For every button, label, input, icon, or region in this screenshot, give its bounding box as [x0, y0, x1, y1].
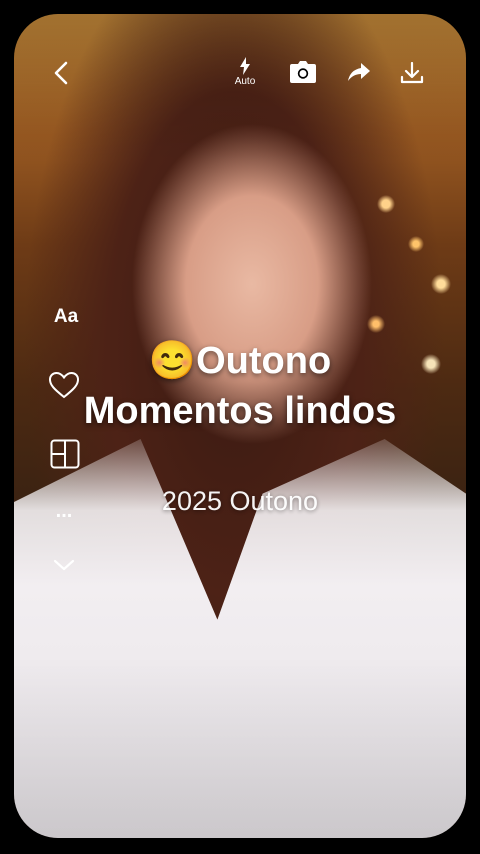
- overlay-title[interactable]: 😊Outono Momentos lindos: [30, 336, 450, 436]
- flash-button[interactable]: Auto: [226, 56, 264, 92]
- overlay-title-line2: Momentos lindos: [83, 390, 397, 432]
- camera-icon[interactable]: [288, 58, 318, 86]
- share-icon[interactable]: [344, 58, 374, 86]
- chevron-left-icon[interactable]: [44, 56, 78, 90]
- overlay-title-line1: 😊Outono: [30, 336, 450, 386]
- layout-grid-icon[interactable]: [48, 438, 82, 470]
- text-tool-button[interactable]: Aa: [44, 306, 88, 328]
- overlay-subtitle[interactable]: 2025 Outono: [40, 486, 440, 517]
- overlay-title-text: Outono: [196, 340, 332, 382]
- flash-label: Auto: [234, 76, 256, 87]
- flash-icon: [237, 56, 253, 76]
- download-icon[interactable]: [396, 58, 428, 88]
- chevron-down-icon[interactable]: [48, 552, 80, 578]
- smile-emoji: 😊: [148, 340, 197, 382]
